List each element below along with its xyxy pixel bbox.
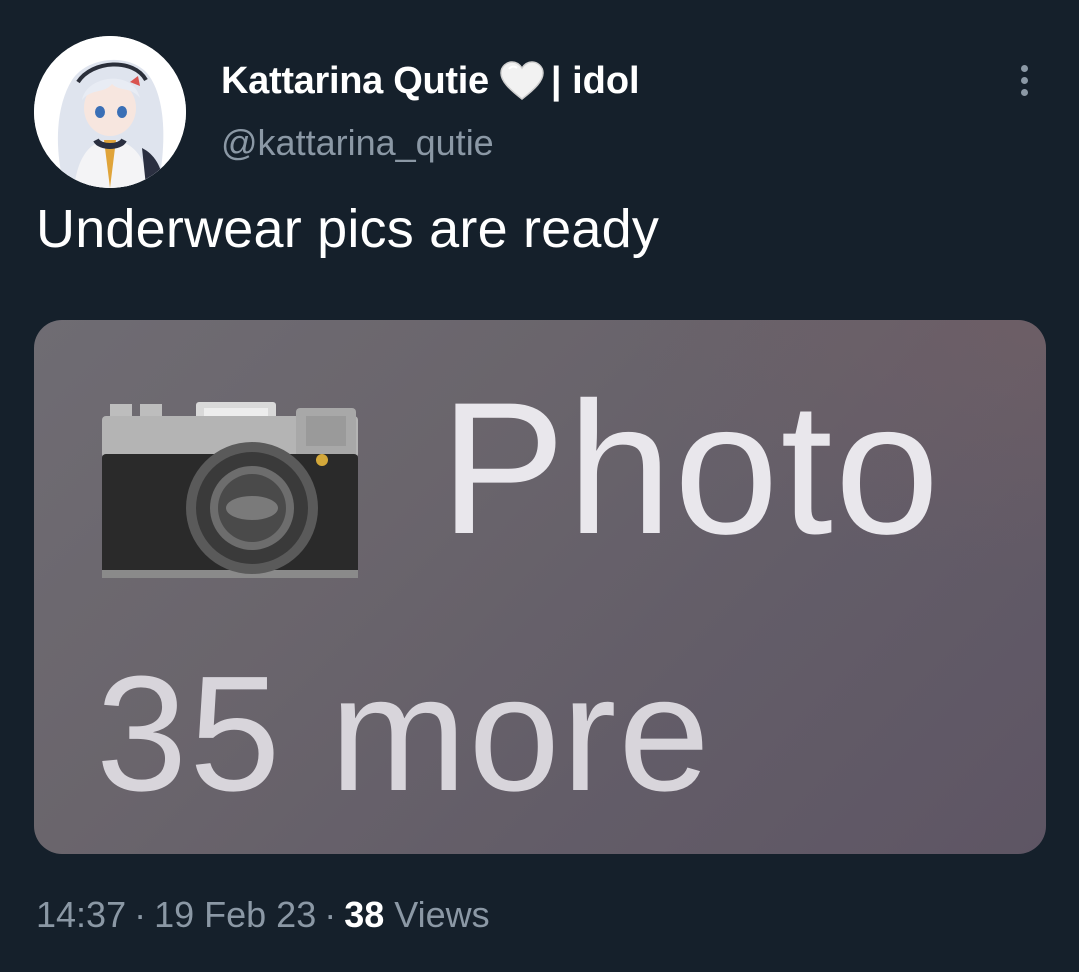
more-options-button[interactable]: [1004, 60, 1044, 100]
tweet-date[interactable]: 19 Feb 23: [154, 894, 316, 935]
avatar[interactable]: [34, 36, 186, 188]
camera-icon: [102, 402, 358, 578]
tweet: Kattarina Qutie | idol @kattarina_qutie …: [0, 0, 1079, 972]
more-dot-icon: [1020, 64, 1028, 72]
more-dot-icon: [1020, 76, 1028, 84]
avatar-image: [34, 36, 186, 188]
media-photo-label: Photo: [440, 363, 942, 573]
tweet-time[interactable]: 14:37: [36, 894, 126, 935]
views-count[interactable]: 38: [344, 894, 384, 935]
author-name-row[interactable]: Kattarina Qutie | idol: [221, 58, 640, 104]
views-label[interactable]: Views: [394, 894, 489, 935]
meta-separator: ·: [324, 894, 337, 935]
media-more-count: 35 more: [96, 642, 712, 825]
white-heart-icon: [499, 61, 545, 101]
tweet-text: Underwear pics are ready: [36, 199, 660, 259]
tweet-meta: 14:37 · 19 Feb 23 · 38 Views: [36, 894, 490, 936]
tweet-media-image[interactable]: Photo 35 more: [34, 320, 1046, 854]
more-dot-icon: [1020, 88, 1028, 96]
meta-separator: ·: [134, 894, 147, 935]
author-handle[interactable]: @kattarina_qutie: [221, 122, 494, 164]
author-display-name[interactable]: Kattarina Qutie: [221, 60, 489, 103]
author-name-suffix: | idol: [550, 59, 640, 102]
